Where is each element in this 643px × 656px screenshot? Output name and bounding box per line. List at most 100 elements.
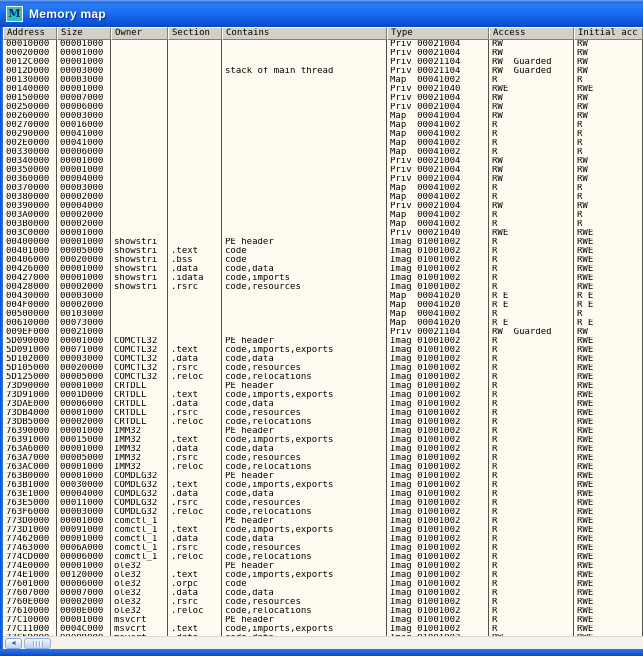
table-row[interactable]: 0050000000103000Map 00041002RR (3, 310, 643, 319)
cell-initial: RW (574, 202, 643, 211)
table-row[interactable]: 003A000000002000Map 00041002RR (3, 211, 643, 220)
table-row[interactable]: 003B000000002000Map 00041002RR (3, 220, 643, 229)
table-row[interactable]: 776100000000E000ole32.reloccode,relocati… (3, 607, 643, 616)
table-row[interactable]: 773D100000091000comctl_1.textcode,import… (3, 526, 643, 535)
table-row[interactable]: 0014000000001000Priv 00021040RWERWE (3, 85, 643, 94)
table-row[interactable]: 763B000000001000COMDLG32PE headerImag 01… (3, 472, 643, 481)
header-cell-address[interactable]: Address (3, 27, 57, 40)
cell-type: Priv 00021104 (387, 328, 489, 337)
cell-access: R (489, 472, 574, 481)
cell-type: Imag 01001002 (387, 598, 489, 607)
table-row[interactable]: 0012D00000003000stack of main threadPriv… (3, 67, 643, 76)
header-cell-size[interactable]: Size (57, 27, 111, 40)
cell-initial: RWE (574, 283, 643, 292)
table-row[interactable]: 7639100000015000IMM32.textcode,imports,e… (3, 436, 643, 445)
scroll-left-button[interactable]: ◄ (5, 638, 22, 649)
column-header-row: AddressSizeOwnerSectionContainsTypeAcces… (3, 27, 643, 40)
table-row[interactable]: 0033000000006000Map 00041002RR (3, 148, 643, 157)
cell-size: 00001000 (57, 535, 111, 544)
table-row[interactable]: 0040100000005000showstri.textcodeImag 01… (3, 247, 643, 256)
cell-owner (111, 94, 168, 103)
titlebar[interactable]: M Memory map (0, 0, 643, 27)
table-row[interactable]: 73DAE00000006000CRTDLL.datacode,dataImag… (3, 400, 643, 409)
header-cell-owner[interactable]: Owner (111, 27, 168, 40)
table-row[interactable]: 5D09000000001000COMCTL32PE headerImag 01… (3, 337, 643, 346)
header-cell-contains[interactable]: Contains (222, 27, 387, 40)
table-row[interactable]: 763E500000011000COMDLG32.rsrccode,resour… (3, 499, 643, 508)
table-row[interactable]: 7760700000007000ole32.datacode,dataImag … (3, 589, 643, 598)
table-row[interactable]: 763E100000004000COMDLG32.datacode,dataIm… (3, 490, 643, 499)
table-row[interactable]: 7639000000001000IMM32PE headerImag 01001… (3, 427, 643, 436)
cell-address: 763B0000 (3, 472, 57, 481)
cell-address: 763E5000 (3, 499, 57, 508)
table-row[interactable]: 7760100000006000ole32.orpccodeImag 01001… (3, 580, 643, 589)
table-row[interactable]: 0026000000003000Map 00041004RWRW (3, 112, 643, 121)
table-row[interactable]: 73DB400000001000CRTDLL.rsrccode,resource… (3, 409, 643, 418)
table-row[interactable]: 774630000006A000comctl_1.rsrccode,resour… (3, 544, 643, 553)
table-row[interactable]: 7760E00000002000ole32.rsrccode,resources… (3, 598, 643, 607)
cell-contains: PE header (222, 337, 387, 346)
table-row[interactable]: 73D910000001D000CRTDLL.textcode,imports,… (3, 391, 643, 400)
table-row[interactable]: 0035000000001000Priv 00021004RWRW (3, 166, 643, 175)
table-row[interactable]: 0013000000003000Map 00041002RR (3, 76, 643, 85)
table-row[interactable]: 0027000000016000Map 00041002RR (3, 121, 643, 130)
table-row[interactable]: 763AC00000001000IMM32.reloccode,relocati… (3, 463, 643, 472)
cell-contains: code,relocations (222, 463, 387, 472)
cell-section: .rsrc (168, 283, 222, 292)
header-cell-type[interactable]: Type (387, 27, 489, 40)
table-row[interactable]: 774CD00000006000comctl_1.reloccode,reloc… (3, 553, 643, 562)
cell-contains (222, 148, 387, 157)
table-row[interactable]: 7746200000001000comctl_1.datacode,dataIm… (3, 535, 643, 544)
table-row[interactable]: 0036000000004000Priv 00021004RWRW (3, 175, 643, 184)
table-row[interactable]: 0043000000003000Map 00041020R ER E (3, 292, 643, 301)
header-cell-section[interactable]: Section (168, 27, 222, 40)
table-row[interactable]: 5D10500000020000COMCTL32.rsrccode,resour… (3, 364, 643, 373)
table-body: 0001000000001000Priv 00021004RWRW0002000… (3, 40, 643, 634)
table-row[interactable]: 763A700000005000IMM32.rsrccode,resources… (3, 454, 643, 463)
table-row[interactable]: 004F000000002000Map 00041020R ER E (3, 301, 643, 310)
table-row[interactable]: 77C110000004C000msvcrt.textcode,imports,… (3, 625, 643, 634)
cell-owner: comctl_1 (111, 517, 168, 526)
table-row[interactable]: 0025000000006000Priv 00021004RWRW (3, 103, 643, 112)
table-row[interactable]: 763A600000001000IMM32.datacode,dataImag … (3, 445, 643, 454)
table-row[interactable]: 0015000000007000Priv 00021004RWRW (3, 94, 643, 103)
table-row[interactable]: 0042800000002000showstri.rsrccode,resour… (3, 283, 643, 292)
table-row[interactable]: 763B100000030000COMDLG32.textcode,import… (3, 481, 643, 490)
table-row[interactable]: 0061000000073000Map 00041020R ER E (3, 319, 643, 328)
cell-initial: RW (574, 175, 643, 184)
table-row[interactable]: 5D10200000003000COMCTL32.datacode,dataIm… (3, 355, 643, 364)
header-cell-access[interactable]: Access (489, 27, 574, 40)
table-row[interactable]: 0042600000001000showstri.datacode,dataIm… (3, 265, 643, 274)
table-row[interactable]: 73DB500000002000CRTDLL.reloccode,relocat… (3, 418, 643, 427)
table-row[interactable]: 003C000000001000Priv 00021040RWERWE (3, 229, 643, 238)
table-row[interactable]: 0034000000001000Priv 00021004RWRW (3, 157, 643, 166)
cell-section: .reloc (168, 553, 222, 562)
table-row[interactable]: 0040000000001000showstriPE headerImag 01… (3, 238, 643, 247)
table-row[interactable]: 0029000000041000Map 00041002RR (3, 130, 643, 139)
table-row[interactable]: 73D9000000001000CRTDLLPE headerImag 0100… (3, 382, 643, 391)
table-row[interactable]: 009EF00000021000Priv 00021104RW GuardedR… (3, 328, 643, 337)
hscroll-thumb[interactable] (24, 638, 51, 649)
table-row[interactable]: 0037000000003000Map 00041002RR (3, 184, 643, 193)
table-row[interactable]: 0040600000020000showstri.bsscodeImag 010… (3, 256, 643, 265)
table-row[interactable]: 763F600000003000COMDLG32.reloccode,reloc… (3, 508, 643, 517)
table-row[interactable]: 0038000000002000Map 00041002RR (3, 193, 643, 202)
header-cell-initial[interactable]: Initial acc (574, 27, 643, 40)
memory-map-window-icon[interactable]: M (6, 6, 23, 22)
cell-section: .text (168, 625, 222, 634)
table-row[interactable]: 773D000000001000comctl_1PE headerImag 01… (3, 517, 643, 526)
table-row[interactable]: 002E000000041000Map 00041002RR (3, 139, 643, 148)
table-row[interactable]: 5D12500000005000COMCTL32.reloccode,reloc… (3, 373, 643, 382)
table-row[interactable]: 0001000000001000Priv 00021004RWRW (3, 40, 643, 49)
table-row[interactable]: 0042700000001000showstri.idatacode,impor… (3, 274, 643, 283)
cell-access: R (489, 490, 574, 499)
table-row[interactable]: 77C1000000001000msvcrtPE headerImag 0100… (3, 616, 643, 625)
table-row[interactable]: 774E000000001000ole32PE headerImag 01001… (3, 562, 643, 571)
table-row[interactable]: 0012C00000001000Priv 00021104RW GuardedR… (3, 58, 643, 67)
table-row[interactable]: 0039000000004000Priv 00021004RWRW (3, 202, 643, 211)
cell-contains (222, 40, 387, 49)
table-row[interactable]: 0002000000001000Priv 00021004RWRW (3, 49, 643, 58)
horizontal-scrollbar[interactable]: ◄ (3, 636, 643, 649)
table-row[interactable]: 5D09100000071000COMCTL32.textcode,import… (3, 346, 643, 355)
table-row[interactable]: 774E100000120000ole32.textcode,imports,e… (3, 571, 643, 580)
